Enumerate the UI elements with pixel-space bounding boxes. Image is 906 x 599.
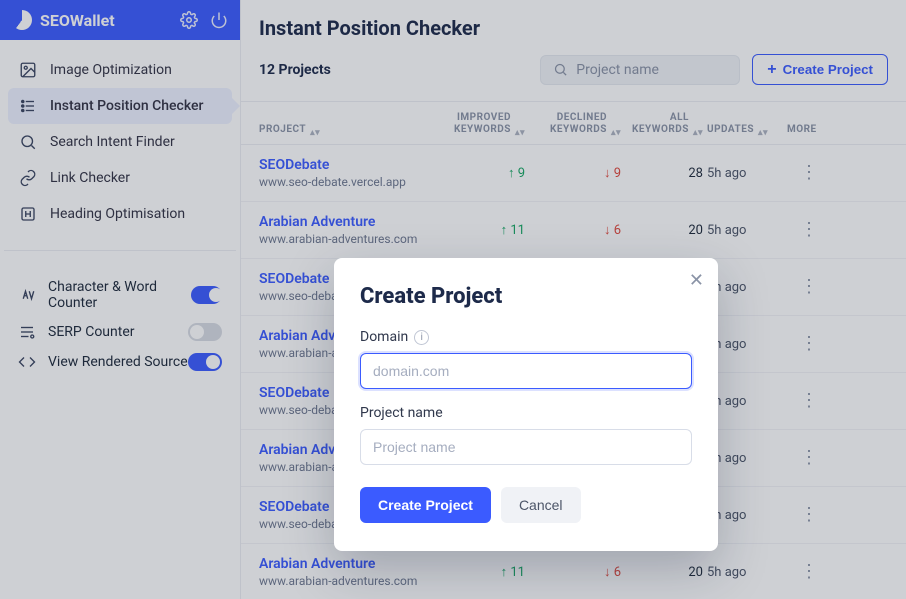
create-project-modal: ✕ Create Project Domain i Project name C…	[334, 258, 718, 551]
project-name-label: Project name	[360, 405, 692, 421]
modal-title: Create Project	[360, 284, 692, 309]
info-icon[interactable]: i	[414, 330, 429, 345]
close-icon: ✕	[689, 270, 704, 290]
app-root: SEOWallet Image OptimizationInstant Posi…	[0, 0, 906, 599]
domain-label: Domain i	[360, 329, 692, 345]
modal-close-button[interactable]: ✕	[689, 270, 704, 291]
modal-submit-button[interactable]: Create Project	[360, 487, 491, 523]
project-name-input[interactable]	[360, 429, 692, 465]
modal-actions: Create Project Cancel	[360, 487, 692, 523]
modal-cancel-button[interactable]: Cancel	[501, 487, 581, 523]
domain-input[interactable]	[360, 353, 692, 389]
